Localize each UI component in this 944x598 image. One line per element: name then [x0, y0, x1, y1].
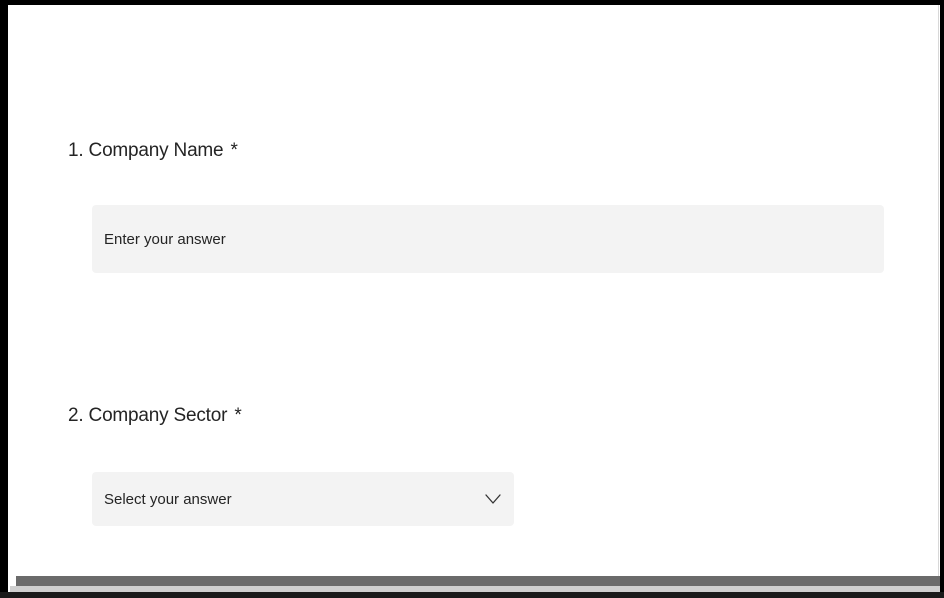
question-2-number: 2.	[68, 405, 84, 426]
company-sector-placeholder: Select your answer	[104, 490, 232, 508]
question-2-label: Company Sector	[88, 405, 228, 426]
company-name-input[interactable]: Enter your answer	[92, 205, 884, 273]
form-panel-shadow	[16, 576, 940, 586]
frame-border-left	[0, 0, 8, 598]
question-1-label: Company Name	[88, 140, 224, 161]
question-2-title: 2. Company Sector *	[68, 405, 242, 427]
company-sector-dropdown[interactable]: Select your answer	[92, 472, 514, 526]
frame-border-right	[940, 0, 944, 598]
question-1-number: 1.	[68, 140, 84, 161]
company-name-placeholder: Enter your answer	[104, 230, 226, 248]
screenshot-frame: 1. Company Name * Enter your answer 2. C…	[0, 0, 944, 598]
frame-border-bottom	[0, 592, 944, 598]
question-2-required-marker: *	[234, 405, 242, 426]
chevron-down-icon[interactable]	[484, 490, 502, 508]
question-1-required-marker: *	[230, 140, 238, 161]
question-1-title: 1. Company Name *	[68, 140, 238, 162]
